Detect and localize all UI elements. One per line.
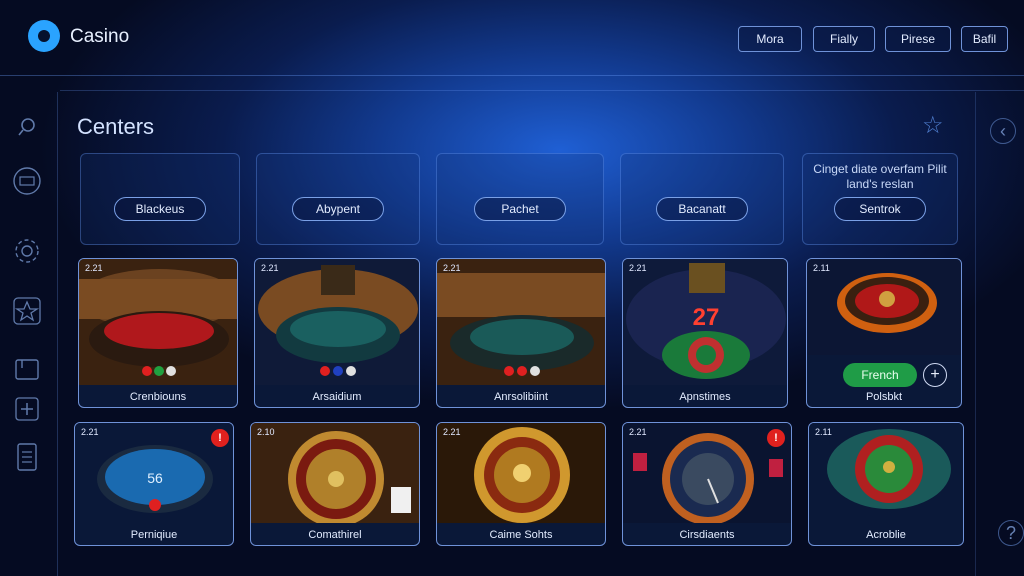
game-thumbnail (251, 423, 419, 523)
game-time: 2.11 (813, 263, 830, 273)
play-button[interactable]: French (843, 363, 917, 387)
nav-button-4[interactable]: Bafil (961, 26, 1008, 52)
category-card-3[interactable]: Pachet (436, 153, 604, 245)
media-icon[interactable] (12, 166, 42, 196)
category-label[interactable]: Pachet (474, 197, 566, 221)
star-outline-icon[interactable] (12, 296, 42, 326)
game-thumbnail (437, 423, 605, 523)
game-card[interactable]: 56 2.21 ! Perniqiue (74, 422, 234, 546)
game-title: Acroblie (866, 529, 906, 541)
nav-button-2[interactable]: Fially (813, 26, 875, 52)
header-divider (60, 90, 1024, 91)
brand-name: Casino (70, 26, 130, 47)
game-thumbnail (437, 259, 605, 385)
game-title: Perniqiue (130, 529, 178, 541)
game-title: Polsbkt (865, 391, 903, 403)
category-note: Cinget diate overfam Pilit land's reslan (813, 162, 947, 191)
help-icon[interactable]: ? (998, 520, 1024, 546)
game-title: Apnstimes (679, 391, 731, 403)
game-thumbnail: 56 (75, 423, 233, 523)
game-thumbnail: 27 (623, 259, 787, 385)
game-card[interactable]: 2.21 Anrsolibiint (436, 258, 606, 408)
game-thumbnail (79, 259, 237, 385)
right-divider (975, 92, 976, 576)
game-card[interactable]: 2.21 ! Cirsdiaents (622, 422, 792, 546)
game-time: 2.21 (85, 263, 103, 273)
category-label[interactable]: Sentrok (834, 197, 926, 221)
game-card[interactable]: 2.11 Acroblie (808, 422, 964, 546)
game-title: Anrsolibiint (494, 391, 548, 403)
game-thumbnail (623, 423, 791, 523)
game-time: 2.21 (81, 427, 99, 437)
svg-text:27: 27 (693, 304, 720, 331)
settings-cog-icon[interactable] (12, 236, 42, 266)
alert-badge: ! (767, 429, 785, 447)
game-title: Comathirel (308, 529, 362, 541)
category-card-1[interactable]: Blackeus (80, 153, 240, 245)
game-card[interactable]: 2.10 Comathirel (250, 422, 420, 546)
game-card[interactable]: 2.21 Crenbiouns (78, 258, 238, 408)
game-title: Crenbiouns (129, 391, 187, 403)
game-time: 2.21 (443, 427, 461, 437)
game-time: 2.11 (815, 427, 832, 437)
game-thumbnail (809, 423, 963, 523)
folder-icon[interactable] (12, 354, 42, 384)
category-card-5[interactable]: Cinget diate overfam Pilit land's reslan… (802, 153, 958, 245)
game-card[interactable]: 27 2.21 Apnstimes (622, 258, 788, 408)
nav-button-3[interactable]: Pirese (885, 26, 951, 52)
category-card-2[interactable]: Abypent (256, 153, 420, 245)
add-icon[interactable] (12, 394, 42, 424)
document-icon[interactable] (12, 442, 42, 472)
category-card-4[interactable]: Bacanatt (620, 153, 784, 245)
game-title: Cirsdiaents (679, 529, 735, 541)
game-thumbnail (807, 259, 961, 355)
alert-badge: ! (211, 429, 229, 447)
category-label[interactable]: Bacanatt (656, 197, 748, 221)
favorite-star-icon[interactable]: ☆ (922, 111, 944, 140)
left-sidebar (0, 92, 58, 576)
game-thumbnail (255, 259, 419, 385)
game-title: Arsaidium (312, 391, 362, 403)
back-arrow-icon[interactable]: ‹ (990, 118, 1016, 144)
category-label[interactable]: Abypent (292, 197, 384, 221)
section-title: Centers (77, 114, 155, 139)
game-time: 2.21 (629, 263, 647, 273)
game-card[interactable]: 2.21 Arsaidium (254, 258, 420, 408)
nav-button-1[interactable]: Mora (738, 26, 802, 52)
game-card[interactable]: 2.21 Caime Sohts (436, 422, 606, 546)
game-title: Caime Sohts (489, 529, 553, 541)
svg-text:56: 56 (147, 470, 163, 486)
game-time: 2.21 (443, 263, 461, 273)
top-bar: Casino Mora Fially Pirese Bafil (0, 0, 1024, 76)
game-time: 2.10 (257, 427, 275, 437)
game-time: 2.21 (629, 427, 647, 437)
search-icon[interactable] (12, 112, 42, 142)
add-favorite-button[interactable]: + (923, 363, 947, 387)
game-time: 2.21 (261, 263, 279, 273)
game-card[interactable]: 2.11 French + Polsbkt (806, 258, 962, 408)
casino-logo-icon[interactable] (28, 20, 60, 52)
category-label[interactable]: Blackeus (114, 197, 206, 221)
